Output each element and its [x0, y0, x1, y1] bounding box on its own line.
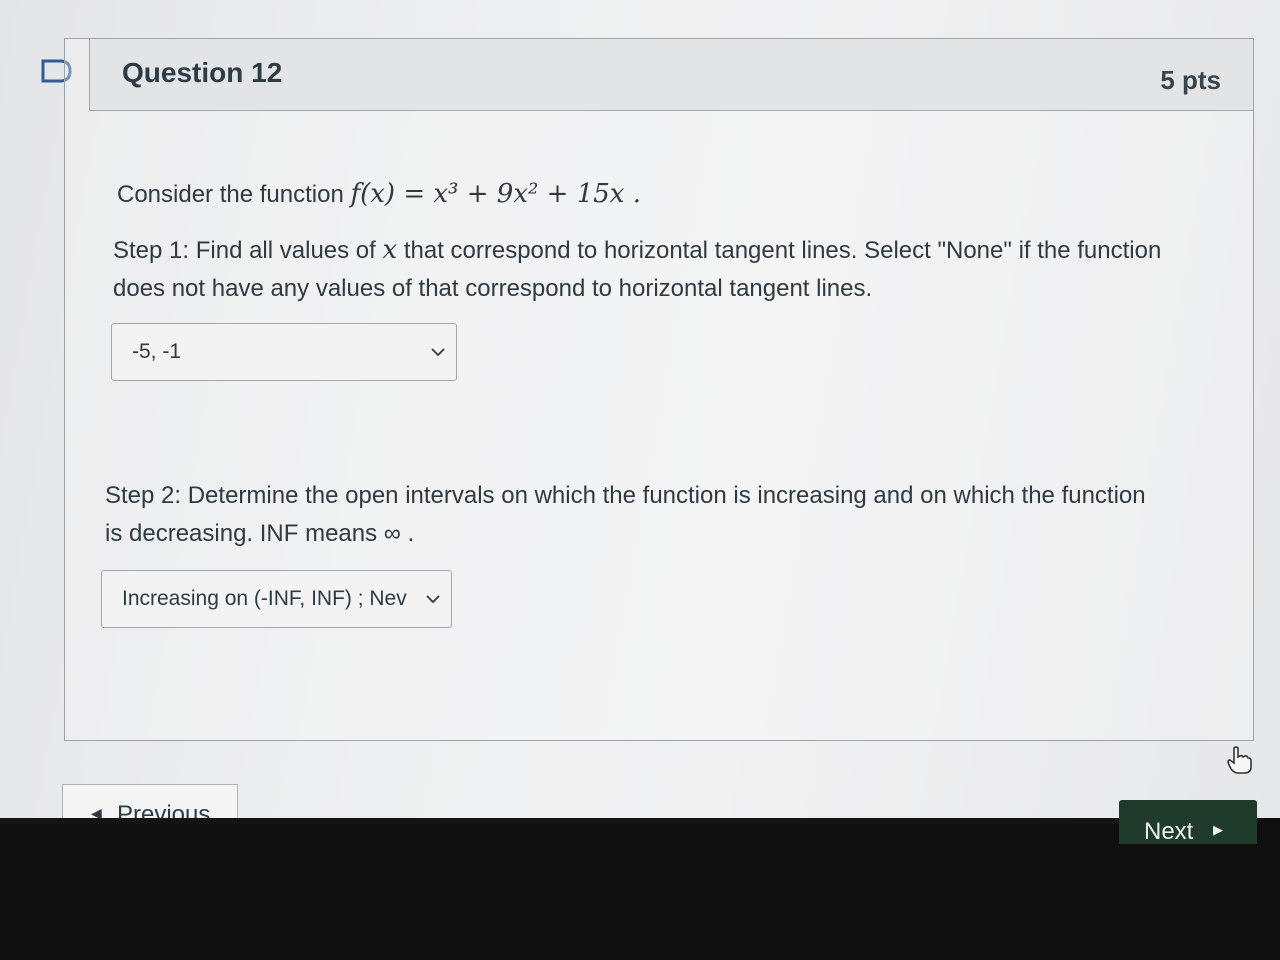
step2-instructions: Step 2: Determine the open intervals on … [105, 482, 1146, 547]
question-header: Question 12 5 pts [89, 39, 1253, 111]
next-button[interactable]: Next ▶ [1119, 800, 1257, 845]
function-expression: f(x) = x³ + 9x² + 15x . [350, 179, 641, 209]
step1-answer-dropdown[interactable]: -5, -1 [111, 323, 457, 381]
prompt-lead: Consider the function [117, 181, 351, 208]
hand-cursor-icon [1227, 746, 1252, 774]
question-title: Question 12 [122, 57, 283, 88]
quiz-screen: Question 12 5 pts Consider the function … [0, 0, 1280, 820]
chevron-down-icon [431, 348, 445, 357]
step1-instructions: Step 1: Find all values of x that corres… [113, 231, 1173, 308]
step2-selected-value: Increasing on (-INF, INF) ; Nev [122, 587, 407, 610]
question-card: Question 12 5 pts Consider the function … [64, 38, 1254, 741]
bezel-edge [0, 818, 1119, 824]
question-prompt: Consider the function f(x) = x³ + 9x² + … [117, 179, 641, 209]
step1-variable: x [382, 235, 398, 265]
step1-selected-value: -5, -1 [132, 340, 182, 363]
laptop-bezel [0, 818, 1280, 960]
step1-text-a: Step 1: Find all values of [113, 237, 383, 264]
step2-answer-dropdown[interactable]: Increasing on (-INF, INF) ; Nev [101, 570, 452, 628]
chevron-down-icon [426, 595, 440, 604]
triangle-right-icon: ▶ [1213, 822, 1223, 837]
next-label: Next [1144, 818, 1194, 845]
question-points: 5 pts [1160, 65, 1221, 95]
